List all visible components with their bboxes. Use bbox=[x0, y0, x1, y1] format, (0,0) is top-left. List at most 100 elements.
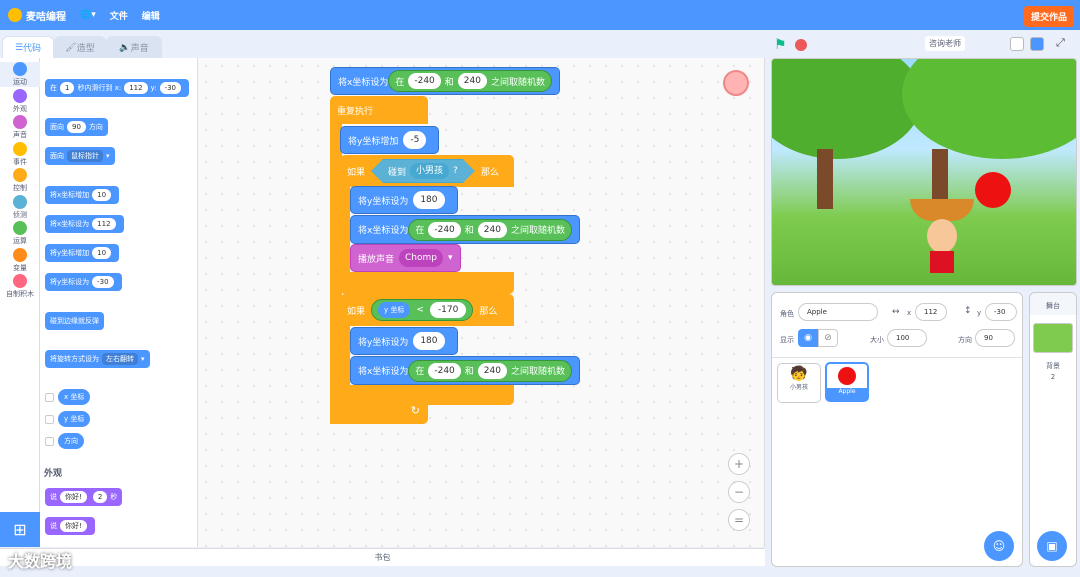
show-eye-icon[interactable]: ◉ bbox=[798, 329, 818, 347]
tab-sounds[interactable]: 🔈 声音 bbox=[106, 36, 162, 58]
set-y-block-2[interactable]: 将y坐标设为 180 bbox=[350, 327, 458, 355]
submit-button[interactable]: 提交作品 bbox=[1023, 6, 1074, 27]
point-towards-block[interactable]: 面向 鼠标指针 ▾ bbox=[45, 147, 115, 165]
stage-canvas[interactable] bbox=[771, 58, 1077, 286]
if-ypos-block[interactable]: 如果 y 坐标 < -170 那么 bbox=[340, 294, 514, 326]
v[interactable]: 112 bbox=[124, 82, 148, 94]
v[interactable]: 你好! bbox=[60, 491, 87, 503]
v[interactable]: -240 bbox=[428, 221, 461, 238]
random-op[interactable]: 在 -240 和 240 之间取随机数 bbox=[388, 70, 552, 92]
hide-eye-icon[interactable]: ⊘ bbox=[818, 329, 838, 347]
play-sound-block[interactable]: 播放声音 Chomp ▾ bbox=[350, 244, 461, 272]
fullscreen-icon[interactable]: ⤢ bbox=[1056, 36, 1065, 50]
y-position-reporter[interactable]: y 坐标 bbox=[58, 411, 91, 427]
x-position-reporter[interactable]: x 坐标 bbox=[58, 389, 91, 405]
size-input[interactable]: 100 bbox=[887, 329, 927, 347]
sprite-thumb-boy[interactable]: 🧒 小男孩 bbox=[777, 363, 821, 403]
v[interactable]: -30 bbox=[159, 82, 182, 94]
file-menu[interactable]: 文件 bbox=[110, 9, 128, 22]
v[interactable]: -30 bbox=[92, 276, 114, 288]
set-x-block-2[interactable]: 将x坐标设为在 -240 和 240 之间取随机数 bbox=[350, 356, 580, 385]
v[interactable]: 240 bbox=[477, 221, 507, 238]
checkbox-y[interactable] bbox=[45, 415, 54, 424]
direction-reporter[interactable]: 方向 bbox=[58, 433, 84, 449]
category-0[interactable]: 运动 bbox=[0, 62, 40, 87]
category-1[interactable]: 外观 bbox=[0, 88, 40, 114]
point-direction-block[interactable]: 面向 90 方向 bbox=[45, 118, 108, 136]
backdrop-thumbnail[interactable] bbox=[1033, 323, 1073, 353]
language-menu[interactable]: 🌐 ▾ bbox=[80, 10, 96, 20]
dropdown[interactable]: 鼠标指针 bbox=[67, 150, 103, 162]
tab-costumes[interactable]: 🖌 造型 bbox=[54, 36, 106, 58]
v[interactable]: 240 bbox=[457, 73, 487, 89]
say-block[interactable]: 说你好! bbox=[45, 517, 95, 535]
if-touching-block[interactable]: 如果 碰到 小男孩? 那么 bbox=[340, 155, 514, 187]
change-y-block[interactable]: 将y坐标增加 -5 bbox=[340, 126, 440, 154]
consult-teacher-button[interactable]: 咨询老师 bbox=[925, 36, 965, 51]
v[interactable]: 10 bbox=[92, 247, 112, 259]
bounce-block[interactable]: 碰到边缘就反弹 bbox=[45, 312, 104, 330]
glide-block[interactable]: 在 1 秒内滑行到 x: 112 y: -30 bbox=[45, 79, 190, 97]
v[interactable]: -240 bbox=[428, 362, 461, 379]
rotation-style-block[interactable]: 将旋转方式设为 左右翻转 ▾ bbox=[45, 350, 150, 368]
forever-block[interactable]: 重复执行 bbox=[330, 96, 428, 124]
less-than-op[interactable]: y 坐标 < -170 bbox=[371, 299, 474, 321]
category-5[interactable]: 侦测 bbox=[0, 194, 40, 220]
v[interactable]: 112 bbox=[92, 218, 116, 230]
zoom-out-icon[interactable]: − bbox=[728, 481, 750, 503]
backpack-bar[interactable]: 书包 bbox=[0, 548, 765, 566]
random-op[interactable]: 在 -240 和 240 之间取随机数 bbox=[408, 359, 572, 382]
v[interactable]: 小男孩 bbox=[410, 163, 449, 179]
category-3[interactable]: 事件 bbox=[0, 141, 40, 167]
v[interactable]: -170 bbox=[429, 302, 467, 318]
large-stage-icon[interactable] bbox=[1030, 37, 1044, 51]
stop-icon[interactable] bbox=[795, 39, 807, 51]
dropdown[interactable]: 左右翻转 bbox=[102, 353, 138, 365]
set-x-block[interactable]: 将x坐标设为在 -240 和 240 之间取随机数 bbox=[330, 67, 560, 95]
v[interactable]: 180 bbox=[413, 191, 445, 209]
checkbox-direction[interactable] bbox=[45, 437, 54, 446]
category-8[interactable]: 自制积木 bbox=[0, 274, 40, 299]
sound-dropdown[interactable]: Chomp bbox=[399, 249, 443, 267]
change-x-block[interactable]: 将x坐标增加 10 bbox=[45, 186, 120, 204]
zoom-in-icon[interactable]: + bbox=[728, 453, 750, 475]
touching-sensor[interactable]: 碰到 小男孩? bbox=[371, 159, 475, 183]
code-area[interactable]: 将x坐标设为在 -240 和 240 之间取随机数 重复执行 将y坐标增加 -5 如果 碰到… bbox=[198, 58, 765, 547]
y-input[interactable]: -30 bbox=[985, 303, 1017, 321]
v[interactable]: 你好! bbox=[60, 520, 87, 532]
set-x-block-inner[interactable]: 将x坐标设为在 -240 和 240 之间取随机数 bbox=[350, 215, 580, 244]
boy-sprite[interactable] bbox=[927, 219, 957, 253]
v[interactable]: 10 bbox=[92, 189, 112, 201]
tab-code[interactable]: ☰ 代码 bbox=[2, 36, 54, 58]
set-y-block[interactable]: 将y坐标设为 180 bbox=[350, 186, 458, 214]
checkbox-x[interactable] bbox=[45, 393, 54, 402]
change-y-block[interactable]: 将y坐标增加 10 bbox=[45, 244, 120, 262]
v[interactable]: 1 bbox=[60, 82, 75, 94]
category-7[interactable]: 变量 bbox=[0, 247, 40, 273]
category-6[interactable]: 运算 bbox=[0, 221, 40, 246]
add-extension-button[interactable]: ⊞ bbox=[0, 512, 40, 547]
direction-input[interactable]: 90 bbox=[975, 329, 1015, 347]
v[interactable]: -5 bbox=[403, 131, 427, 149]
set-y-block[interactable]: 将y坐标设为 -30 bbox=[45, 273, 122, 291]
set-x-block[interactable]: 将x坐标设为 112 bbox=[45, 215, 124, 233]
random-op[interactable]: 在 -240 和 240 之间取随机数 bbox=[408, 218, 572, 241]
v[interactable]: 90 bbox=[67, 121, 86, 133]
x-input[interactable]: 112 bbox=[915, 303, 947, 321]
brand-logo[interactable]: 麦咭编程 bbox=[8, 8, 66, 23]
apple-sprite[interactable] bbox=[975, 172, 1011, 208]
v[interactable]: 240 bbox=[477, 362, 507, 379]
edit-menu[interactable]: 编辑 bbox=[142, 9, 160, 22]
category-4[interactable]: 控制 bbox=[0, 168, 40, 193]
sprite-thumb-apple[interactable]: Apple bbox=[825, 362, 869, 402]
zoom-reset-icon[interactable]: = bbox=[728, 509, 750, 531]
choose-backdrop-icon[interactable]: ▣ bbox=[1037, 531, 1067, 561]
v[interactable]: -240 bbox=[408, 73, 441, 89]
say-for-secs-block[interactable]: 说你好! 2 秒 bbox=[45, 488, 123, 506]
choose-sprite-icon[interactable]: ☺ bbox=[984, 531, 1014, 561]
y-position-reporter[interactable]: y 坐标 bbox=[378, 302, 411, 318]
small-stage-icon[interactable] bbox=[1010, 37, 1024, 51]
v[interactable]: 2 bbox=[92, 491, 108, 503]
green-flag-icon[interactable]: ⚑ bbox=[774, 37, 787, 53]
category-2[interactable]: 声音 bbox=[0, 115, 40, 140]
